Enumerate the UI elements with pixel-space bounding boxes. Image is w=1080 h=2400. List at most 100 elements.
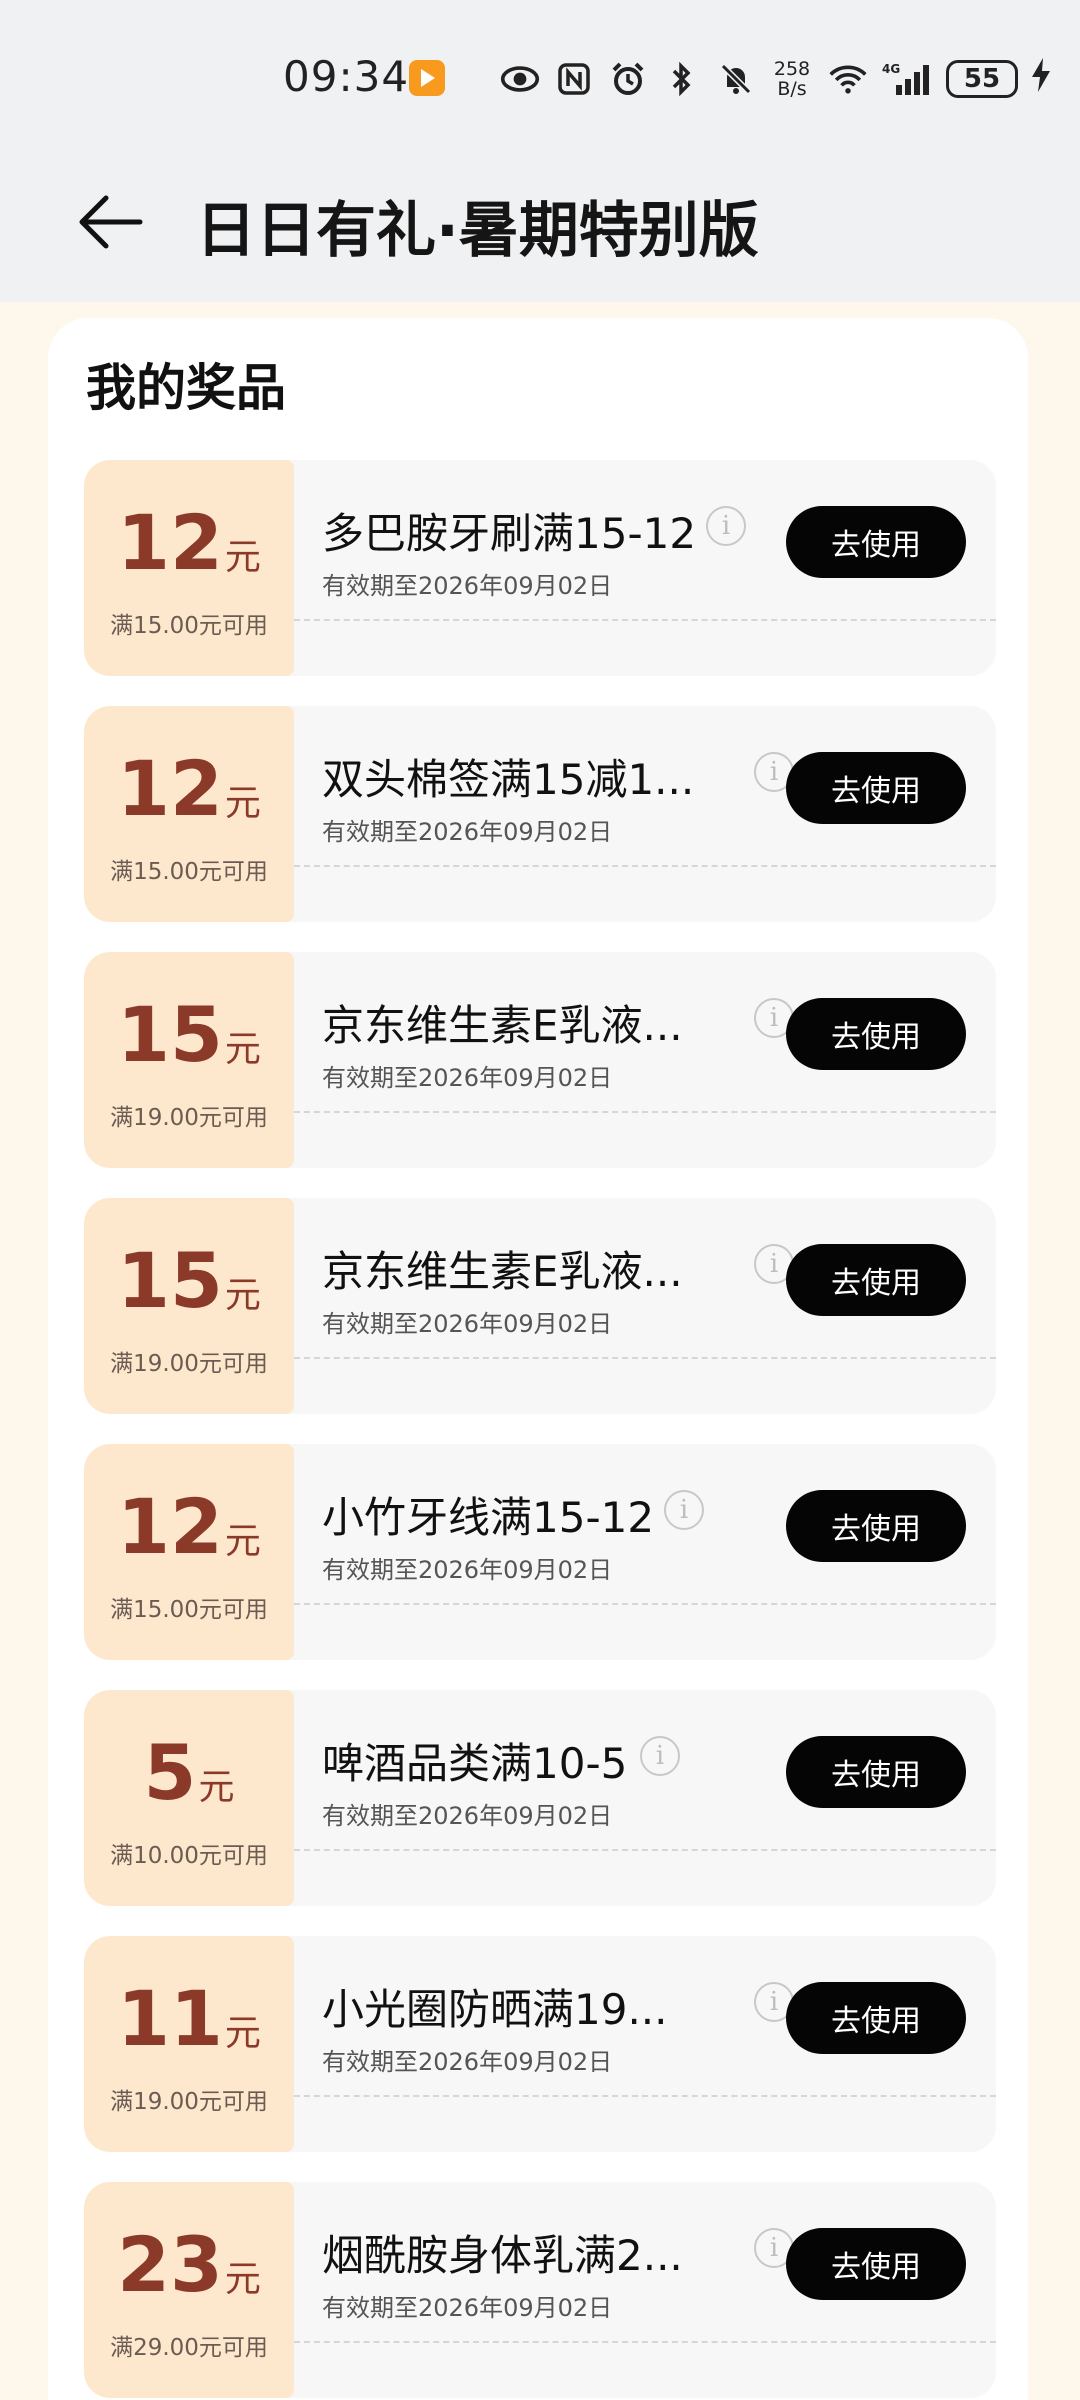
coupon-expiry: 有效期至2026年09月02日 bbox=[322, 2294, 613, 2322]
amount-value: 12 bbox=[117, 1482, 223, 1571]
use-button[interactable]: 去使用 bbox=[786, 1490, 966, 1562]
coupon-name: 京东维生素E乳液... bbox=[322, 1001, 683, 1050]
coupon-amount: 15元 bbox=[84, 1236, 294, 1325]
net-speed-value: 258 bbox=[773, 58, 811, 80]
coupon-amount-panel: 15元 满19.00元可用 bbox=[84, 1198, 294, 1414]
divider bbox=[294, 1111, 996, 1113]
info-icon[interactable]: i bbox=[640, 1736, 680, 1776]
min-spend: 满19.00元可用 bbox=[110, 1105, 268, 1131]
coupon-amount-panel: 15元 满19.00元可用 bbox=[84, 952, 294, 1168]
coupon-amount-panel: 11元 满19.00元可用 bbox=[84, 1936, 294, 2152]
network-speed: 258 B/s bbox=[770, 59, 814, 99]
amount-value: 11 bbox=[117, 1974, 223, 2063]
prizes-card: 我的奖品 12元 满15.00元可用 多巴胺牙刷满15-12 i 有效期至202… bbox=[48, 318, 1028, 2400]
alarm-icon bbox=[608, 59, 648, 99]
coupon-expiry: 有效期至2026年09月02日 bbox=[322, 1064, 613, 1092]
amount-value: 15 bbox=[117, 1236, 223, 1325]
amount-unit: 元 bbox=[224, 2259, 261, 2300]
info-icon[interactable]: i bbox=[706, 506, 746, 546]
coupon-expiry: 有效期至2026年09月02日 bbox=[322, 818, 613, 846]
use-button[interactable]: 去使用 bbox=[786, 752, 966, 824]
net-speed-unit: B/s bbox=[777, 78, 807, 100]
min-spend: 满15.00元可用 bbox=[110, 613, 268, 639]
wifi-icon bbox=[828, 59, 868, 99]
divider bbox=[294, 2341, 996, 2343]
min-spend: 满15.00元可用 bbox=[110, 1597, 268, 1623]
min-spend: 满10.00元可用 bbox=[110, 1843, 268, 1869]
divider bbox=[294, 1849, 996, 1851]
app-notification-icon bbox=[409, 60, 445, 96]
back-button[interactable] bbox=[70, 182, 150, 262]
coupon-item: 12元 满15.00元可用 多巴胺牙刷满15-12 i 有效期至2026年09月… bbox=[84, 460, 996, 676]
coupon-expiry: 有效期至2026年09月02日 bbox=[322, 572, 613, 600]
coupon-name: 小竹牙线满15-12 bbox=[322, 1493, 655, 1542]
divider bbox=[294, 865, 996, 867]
coupon-item: 23元 满29.00元可用 烟酰胺身体乳满2... i 有效期至2026年09月… bbox=[84, 2182, 996, 2398]
use-button[interactable]: 去使用 bbox=[786, 1244, 966, 1316]
amount-unit: 元 bbox=[224, 537, 261, 578]
coupon-item: 12元 满15.00元可用 小竹牙线满15-12 i 有效期至2026年09月0… bbox=[84, 1444, 996, 1660]
coupon-amount: 11元 bbox=[84, 1974, 294, 2063]
coupon-amount: 23元 bbox=[84, 2220, 294, 2309]
divider bbox=[294, 1357, 996, 1359]
coupon-amount-panel: 12元 满15.00元可用 bbox=[84, 1444, 294, 1660]
use-button[interactable]: 去使用 bbox=[786, 1982, 966, 2054]
min-spend: 满15.00元可用 bbox=[110, 859, 268, 885]
charging-icon bbox=[1032, 58, 1050, 100]
amount-value: 15 bbox=[117, 990, 223, 1079]
coupon-name: 小光圈防晒满19... bbox=[322, 1985, 668, 2034]
use-button[interactable]: 去使用 bbox=[786, 2228, 966, 2300]
coupon-name: 啤酒品类满10-5 bbox=[322, 1739, 628, 1788]
coupon-name: 双头棉签满15减1... bbox=[322, 755, 695, 804]
coupon-name: 多巴胺牙刷满15-12 bbox=[322, 509, 697, 558]
mute-bell-icon bbox=[716, 59, 756, 99]
amount-unit: 元 bbox=[224, 1275, 261, 1316]
coupon-amount: 12元 bbox=[84, 498, 294, 587]
min-spend: 满29.00元可用 bbox=[110, 2335, 268, 2361]
coupon-amount-panel: 23元 满29.00元可用 bbox=[84, 2182, 294, 2398]
page-title: 日日有礼·暑期特别版 bbox=[196, 196, 759, 266]
divider bbox=[294, 2095, 996, 2097]
amount-unit: 元 bbox=[224, 1521, 261, 1562]
bluetooth-icon bbox=[662, 59, 702, 99]
eye-icon bbox=[500, 59, 540, 99]
amount-value: 5 bbox=[143, 1728, 197, 1817]
coupon-expiry: 有效期至2026年09月02日 bbox=[322, 1310, 613, 1338]
coupon-item: 15元 满19.00元可用 京东维生素E乳液... i 有效期至2026年09月… bbox=[84, 1198, 996, 1414]
coupon-expiry: 有效期至2026年09月02日 bbox=[322, 1802, 613, 1830]
amount-unit: 元 bbox=[224, 2013, 261, 2054]
amount-unit: 元 bbox=[198, 1767, 235, 1808]
coupon-amount-panel: 5元 满10.00元可用 bbox=[84, 1690, 294, 1906]
amount-value: 12 bbox=[117, 498, 223, 587]
use-button[interactable]: 去使用 bbox=[786, 506, 966, 578]
coupon-amount: 12元 bbox=[84, 1482, 294, 1571]
use-button[interactable]: 去使用 bbox=[786, 1736, 966, 1808]
section-title: 我的奖品 bbox=[86, 359, 286, 417]
divider bbox=[294, 619, 996, 621]
min-spend: 满19.00元可用 bbox=[110, 2089, 268, 2115]
status-bar: 09:34 258 B/s 4G 55 bbox=[0, 40, 1080, 120]
coupon-name: 京东维生素E乳液... bbox=[322, 1247, 683, 1296]
battery-indicator: 55 bbox=[946, 60, 1018, 98]
top-bar: 09:34 258 B/s 4G 55 日日有礼·暑期特别版 bbox=[0, 0, 1080, 302]
coupon-amount: 15元 bbox=[84, 990, 294, 1079]
info-icon[interactable]: i bbox=[664, 1490, 704, 1530]
coupon-item: 12元 满15.00元可用 双头棉签满15减1... i 有效期至2026年09… bbox=[84, 706, 996, 922]
coupon-expiry: 有效期至2026年09月02日 bbox=[322, 1556, 613, 1584]
coupon-item: 5元 满10.00元可用 啤酒品类满10-5 i 有效期至2026年09月02日… bbox=[84, 1690, 996, 1906]
amount-value: 23 bbox=[117, 2220, 223, 2309]
coupon-expiry: 有效期至2026年09月02日 bbox=[322, 2048, 613, 2076]
coupon-item: 15元 满19.00元可用 京东维生素E乳液... i 有效期至2026年09月… bbox=[84, 952, 996, 1168]
coupon-item: 11元 满19.00元可用 小光圈防晒满19... i 有效期至2026年09月… bbox=[84, 1936, 996, 2152]
svg-text:4G: 4G bbox=[882, 62, 900, 76]
use-button[interactable]: 去使用 bbox=[786, 998, 966, 1070]
amount-value: 12 bbox=[117, 744, 223, 833]
coupon-amount: 12元 bbox=[84, 744, 294, 833]
coupon-amount-panel: 12元 满15.00元可用 bbox=[84, 706, 294, 922]
amount-unit: 元 bbox=[224, 783, 261, 824]
coupon-amount: 5元 bbox=[84, 1728, 294, 1817]
coupon-amount-panel: 12元 满15.00元可用 bbox=[84, 460, 294, 676]
divider bbox=[294, 1603, 996, 1605]
cellular-signal-icon: 4G bbox=[882, 59, 932, 99]
coupon-name: 烟酰胺身体乳满2... bbox=[322, 2231, 683, 2280]
